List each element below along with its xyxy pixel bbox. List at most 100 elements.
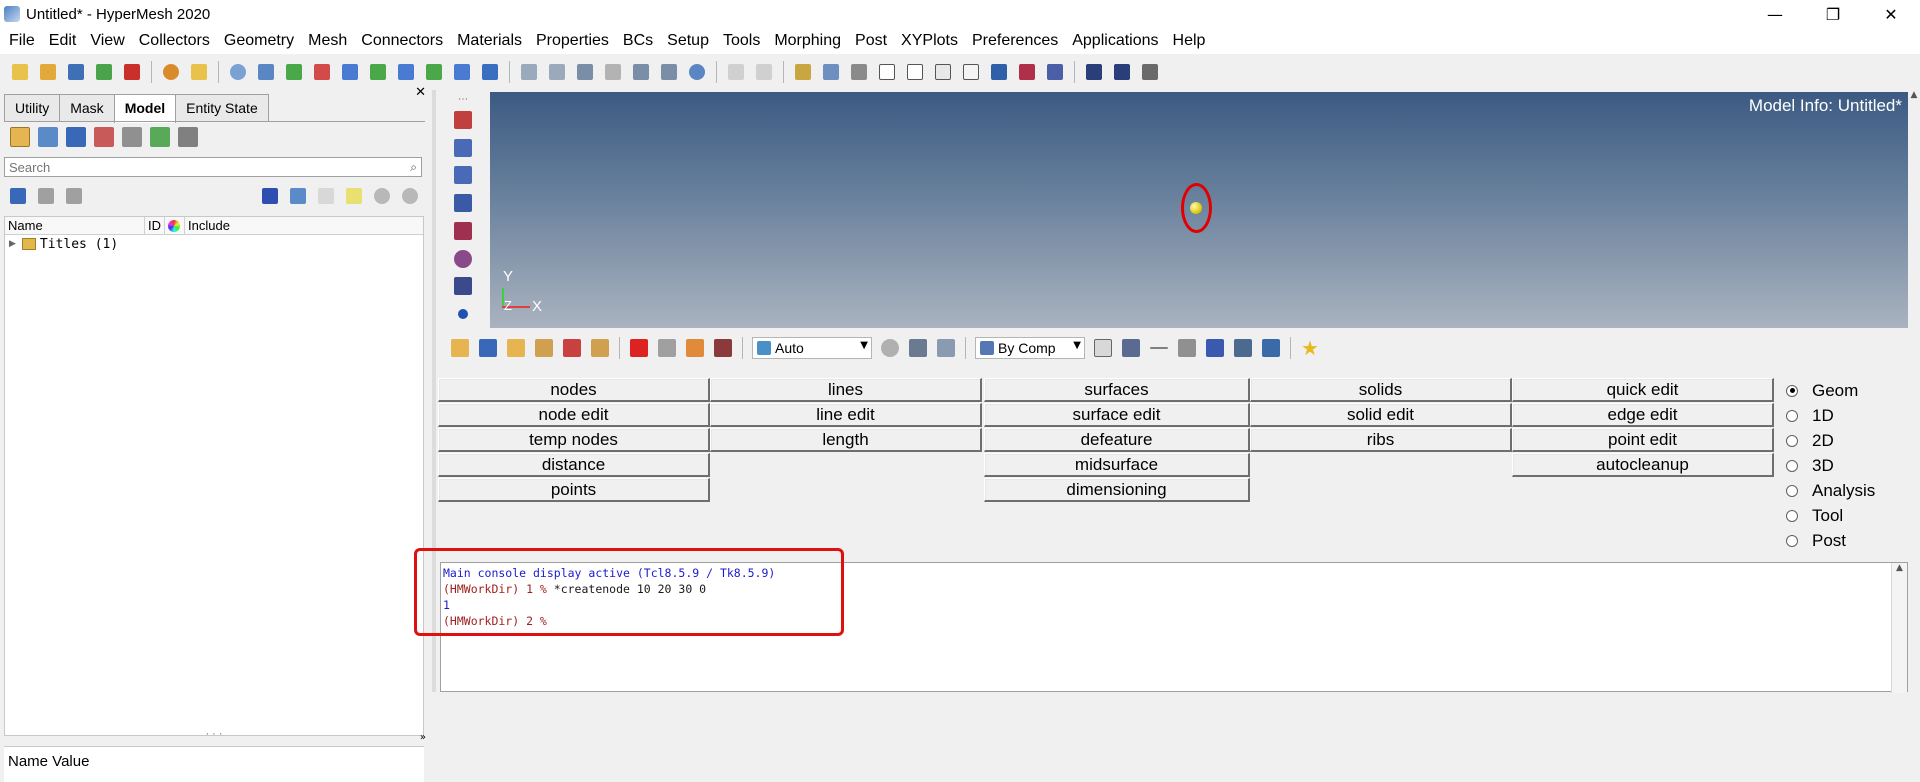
- spin-icon[interactable]: [686, 61, 708, 83]
- fill-icon[interactable]: [1204, 337, 1226, 359]
- save-model-icon[interactable]: [65, 61, 87, 83]
- show-hide-icon[interactable]: [371, 185, 393, 207]
- menu-mesh[interactable]: Mesh: [301, 28, 354, 54]
- isolate-icon[interactable]: [287, 185, 309, 207]
- user-profile-icon[interactable]: [160, 61, 182, 83]
- assembly-icon[interactable]: [477, 337, 499, 359]
- radio-3d[interactable]: 3D: [1780, 453, 1910, 478]
- line-edit-button[interactable]: line edit: [710, 403, 982, 427]
- component-display-icon[interactable]: [7, 185, 29, 207]
- material-icon[interactable]: [533, 337, 555, 359]
- radio-indicator[interactable]: [1786, 384, 1798, 397]
- select-arrow-icon[interactable]: [315, 185, 337, 207]
- sum-plus-icon[interactable]: [1111, 61, 1133, 83]
- view-xy-icon[interactable]: [283, 61, 305, 83]
- new-model-icon[interactable]: [9, 61, 31, 83]
- pan-icon[interactable]: [574, 61, 596, 83]
- renumber-icon[interactable]: [712, 337, 734, 359]
- ribs-button[interactable]: ribs: [1250, 428, 1512, 452]
- mesh-display-icon[interactable]: [988, 61, 1010, 83]
- nodes-button[interactable]: nodes: [438, 378, 710, 402]
- menu-file[interactable]: File: [2, 28, 42, 54]
- find-attached-icon[interactable]: [451, 219, 475, 243]
- entity-display-icon[interactable]: [451, 108, 475, 132]
- menu-connectors[interactable]: Connectors: [354, 28, 450, 54]
- tab-model[interactable]: Model: [113, 94, 177, 123]
- distance-button[interactable]: distance: [438, 453, 710, 477]
- property-icon[interactable]: [505, 337, 527, 359]
- tab-mask[interactable]: Mask: [59, 94, 115, 122]
- tree-row[interactable]: ▶ Titles (1): [5, 235, 423, 253]
- previous-view-icon[interactable]: [255, 61, 277, 83]
- open-model-icon[interactable]: [37, 61, 59, 83]
- color-mode-select[interactable]: Auto ▼: [752, 337, 872, 359]
- move-horizontal-icon[interactable]: [630, 61, 652, 83]
- points-button[interactable]: points: [438, 478, 710, 502]
- graphics-viewport[interactable]: Model Info: Untitled* Y Z X: [490, 92, 1908, 328]
- misc-filter-icon[interactable]: [177, 126, 199, 148]
- expand-caret-icon[interactable]: ▶: [9, 239, 16, 249]
- zoom-icon[interactable]: [227, 61, 249, 83]
- mesh-edit-icon[interactable]: [1044, 61, 1066, 83]
- monitor-icon[interactable]: [1260, 337, 1282, 359]
- menu-collectors[interactable]: Collectors: [132, 28, 217, 54]
- lines-button[interactable]: lines: [710, 378, 982, 402]
- snapshot-icon[interactable]: [479, 61, 501, 83]
- console-scrollbar[interactable]: ▲: [1891, 563, 1907, 693]
- collector-filter-icon[interactable]: [37, 126, 59, 148]
- display-style-icon[interactable]: [879, 337, 901, 359]
- menu-preferences[interactable]: Preferences: [965, 28, 1065, 54]
- defeature-button[interactable]: defeature: [984, 428, 1250, 452]
- surfaces-button[interactable]: surfaces: [984, 378, 1250, 402]
- view-zx-icon[interactable]: [339, 61, 361, 83]
- temp-nodes-button[interactable]: temp nodes: [438, 428, 710, 452]
- shaded-elements-icon[interactable]: [1120, 337, 1142, 359]
- length-button[interactable]: length: [710, 428, 982, 452]
- open-folder-icon[interactable]: [188, 61, 210, 83]
- set-icon[interactable]: [589, 337, 611, 359]
- view-yz-icon[interactable]: [395, 61, 417, 83]
- sum-icon[interactable]: [1083, 61, 1105, 83]
- tab-utility[interactable]: Utility: [4, 94, 61, 122]
- component-filter-icon[interactable]: [65, 126, 87, 148]
- shading-icon[interactable]: [907, 337, 929, 359]
- view-iso2-icon[interactable]: [451, 61, 473, 83]
- connector-icon[interactable]: [451, 275, 475, 299]
- minimize-button[interactable]: —: [1746, 0, 1804, 28]
- entity-filter-icon[interactable]: [93, 126, 115, 148]
- radio-indicator[interactable]: [1786, 534, 1798, 547]
- component-color-icon[interactable]: [449, 337, 471, 359]
- 3d-box-icon[interactable]: [935, 337, 957, 359]
- load-icon[interactable]: [561, 337, 583, 359]
- tab-entity-state[interactable]: Entity State: [175, 94, 269, 122]
- autocleanup-button[interactable]: autocleanup: [1512, 453, 1774, 477]
- import-icon[interactable]: [93, 61, 115, 83]
- reverse-display-icon[interactable]: [399, 185, 421, 207]
- edge-edit-button[interactable]: edge edit: [1512, 403, 1774, 427]
- hierarchy-alt-icon[interactable]: [63, 185, 85, 207]
- expand-arrow-icon[interactable]: »: [420, 732, 426, 743]
- menu-edit[interactable]: Edit: [42, 28, 84, 54]
- favorite-star-icon[interactable]: ★: [1299, 336, 1321, 360]
- restore-button[interactable]: ❐: [1804, 0, 1862, 28]
- dimensioning-button[interactable]: dimensioning: [984, 478, 1250, 502]
- info-icon[interactable]: [451, 302, 475, 326]
- cube-solid-icon[interactable]: [876, 61, 898, 83]
- menu-tools[interactable]: Tools: [716, 28, 767, 54]
- menu-bcs[interactable]: BCs: [616, 28, 660, 54]
- radio-geom[interactable]: Geom: [1780, 378, 1910, 403]
- copy-icon[interactable]: [656, 337, 678, 359]
- surface-edit-button[interactable]: surface edit: [984, 403, 1250, 427]
- layer-icon[interactable]: [1176, 337, 1198, 359]
- color-filter-icon[interactable]: [149, 126, 171, 148]
- cube-transparent-icon[interactable]: [960, 61, 982, 83]
- radio-1d[interactable]: 1D: [1780, 403, 1910, 428]
- column-id[interactable]: ID: [145, 217, 165, 234]
- view-iso-icon[interactable]: [423, 61, 445, 83]
- radio-indicator[interactable]: [1786, 509, 1798, 522]
- ruler-icon[interactable]: [820, 61, 842, 83]
- menu-applications[interactable]: Applications: [1065, 28, 1165, 54]
- menu-view[interactable]: View: [83, 28, 131, 54]
- menu-post[interactable]: Post: [848, 28, 894, 54]
- radio-indicator[interactable]: [1786, 409, 1798, 422]
